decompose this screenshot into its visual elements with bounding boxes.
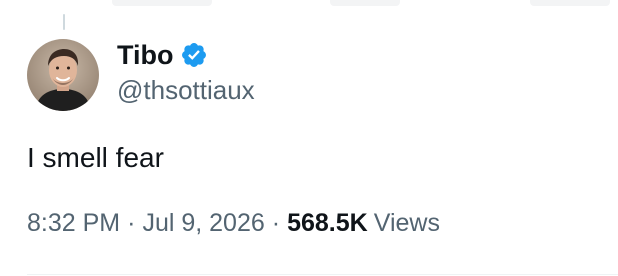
meta-separator: ·	[271, 209, 281, 237]
avatar[interactable]	[27, 39, 99, 111]
tweet-date[interactable]: Jul 9, 2026	[142, 209, 264, 238]
tweet-time[interactable]: 8:32 PM	[27, 209, 120, 238]
divider	[27, 274, 618, 275]
ghost-bar	[530, 0, 610, 6]
views-label: Views	[373, 209, 440, 237]
meta-separator: ·	[127, 209, 136, 237]
author-handle[interactable]: @thsottiaux	[117, 75, 255, 106]
display-name[interactable]: Tibo	[117, 40, 174, 71]
tweet-meta: 8:32 PM · Jul 9, 2026 · 568.5K Views	[27, 209, 440, 238]
user-photo-avatar-icon	[27, 39, 99, 111]
author-block: Tibo @thsottiaux	[117, 37, 255, 106]
views-count[interactable]: 568.5K	[287, 209, 368, 238]
name-row: Tibo	[117, 37, 255, 73]
ghost-bar	[112, 0, 212, 6]
verified-badge-icon[interactable]	[180, 41, 208, 69]
previous-tweet-fragment	[0, 0, 618, 10]
ghost-bar	[330, 0, 400, 6]
thread-connector-line	[63, 14, 65, 30]
tweet-text: I smell fear	[27, 142, 164, 173]
